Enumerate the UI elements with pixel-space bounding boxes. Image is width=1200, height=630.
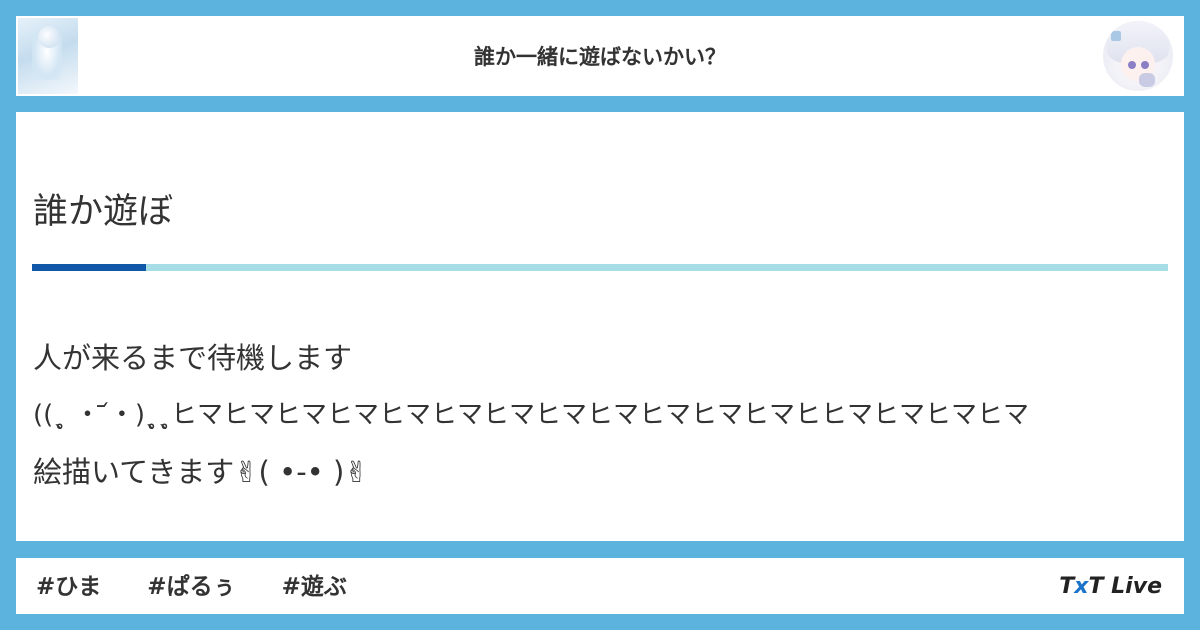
post-card: 誰か遊ぼ 人が来るまで待機します ((ˎ̥ ・ ᷄・)ˎ̥ˎ̥ヒマヒマヒマヒマヒ… xyxy=(16,112,1184,541)
tag-link[interactable]: #遊ぶ xyxy=(282,558,347,616)
tag-link[interactable]: #ひま xyxy=(36,558,101,616)
post-line: 人が来るまで待機します xyxy=(33,341,353,375)
avatar[interactable] xyxy=(1103,21,1173,91)
post-line: ((ˎ̥ ・ ᷄・)ˎ̥ˎ̥ヒマヒマヒマヒマヒマヒマヒマヒマヒマヒマヒマヒマヒヒ… xyxy=(33,400,1029,430)
brand-part: T Live xyxy=(1088,574,1163,599)
tag-list: #ひま #ぱるぅ #遊ぶ xyxy=(36,558,385,614)
avatar-right-eye xyxy=(1141,61,1149,69)
title-divider xyxy=(32,264,1168,271)
tag-link[interactable]: #ぱるぅ xyxy=(147,558,235,616)
avatar-hand xyxy=(1139,73,1155,87)
brand-part: T xyxy=(1059,574,1075,599)
avatar-left-eye xyxy=(1128,61,1136,69)
post-line: 絵描いてきます✌︎( •-• )✌︎ xyxy=(33,455,369,489)
page-title: 誰か一緒に遊ばないかい？ xyxy=(474,45,726,69)
header-bar: 誰か一緒に遊ばないかい？ xyxy=(16,16,1184,96)
brand-logo[interactable]: TxT Live xyxy=(1059,558,1162,614)
post-body: 人が来るまで待機します ((ˎ̥ ・ ᷄・)ˎ̥ˎ̥ヒマヒマヒマヒマヒマヒマヒマ… xyxy=(33,330,1163,501)
footer-bar: #ひま #ぱるぅ #遊ぶ TxT Live xyxy=(16,558,1184,614)
avatar-hair-bow xyxy=(1111,31,1121,41)
post-title: 誰か遊ぼ xyxy=(33,192,174,232)
brand-part-accent: x xyxy=(1074,574,1089,599)
title-divider-accent xyxy=(32,264,146,271)
